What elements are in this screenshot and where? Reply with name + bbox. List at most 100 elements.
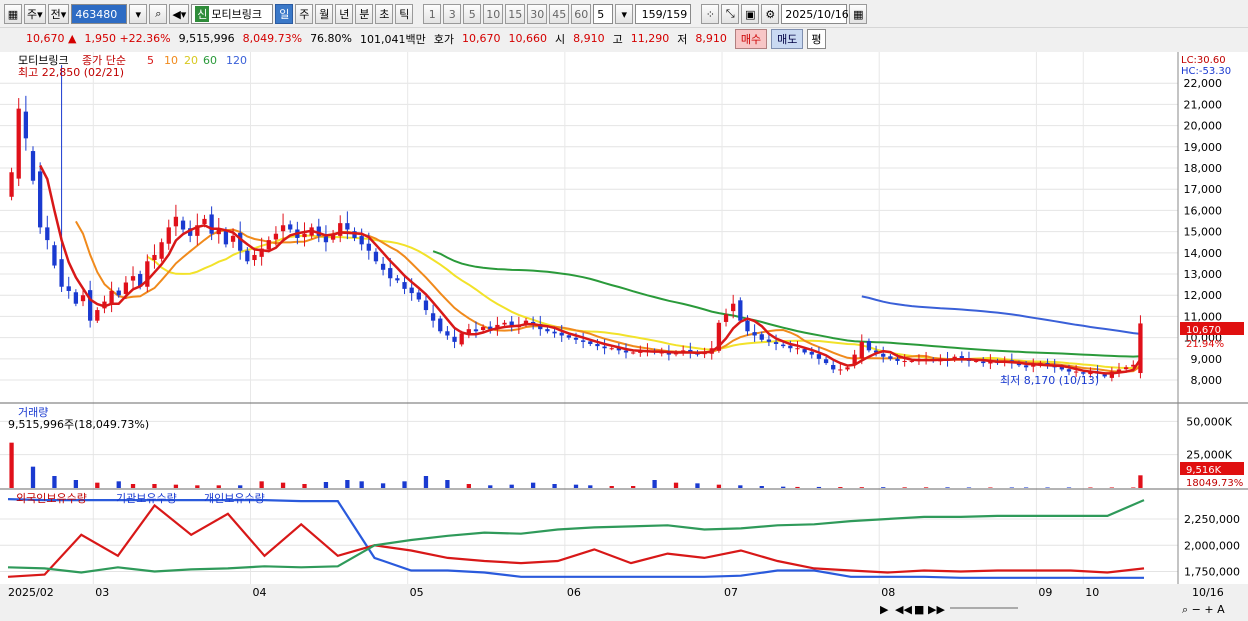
- volume-bar: [30, 466, 36, 488]
- price-tick-label: 12,000: [1184, 289, 1223, 302]
- eval-button[interactable]: 평: [807, 28, 826, 49]
- save-icon[interactable]: ▣: [741, 4, 760, 24]
- price-change: 1,950 +22.36%: [84, 32, 171, 45]
- price-tick-label: 11,000: [1184, 310, 1223, 323]
- draw-icon[interactable]: ⤡: [721, 4, 740, 24]
- candle-body: [823, 359, 829, 364]
- market-select[interactable]: 주 ▾: [24, 4, 46, 24]
- scroll-bar[interactable]: [0, 599, 1248, 618]
- candle-body: [9, 172, 14, 197]
- volume-bar: [302, 484, 307, 488]
- volume-bar: [152, 484, 157, 488]
- tab-minute[interactable]: 분: [355, 4, 374, 24]
- volume-bar: [1088, 487, 1093, 488]
- zoom-icon[interactable]: ⌕ − + A: [1182, 603, 1225, 616]
- legend-ma120: 120: [226, 54, 247, 67]
- candle-body: [438, 318, 443, 332]
- stock-code-input[interactable]: 463480: [71, 4, 128, 24]
- buy-button[interactable]: 매수: [734, 28, 768, 49]
- candle-body: [895, 358, 900, 361]
- volume-tick-label: 25,000K: [1186, 449, 1232, 462]
- candle-body: [859, 341, 864, 359]
- interval-3[interactable]: 3: [443, 4, 462, 24]
- price-tick-label: 18,000: [1184, 162, 1223, 175]
- code-dropdown-icon[interactable]: ▾: [129, 4, 148, 24]
- candle-body: [152, 254, 157, 261]
- legend-ma20: 20: [184, 54, 198, 67]
- candle-body: [230, 235, 236, 242]
- volume-bar: [631, 486, 636, 488]
- layout-icon[interactable]: ▦: [4, 4, 22, 24]
- price-tick-label: 17,000: [1184, 183, 1223, 196]
- volume-bar: [345, 480, 350, 488]
- calendar-icon[interactable]: ▦: [849, 4, 868, 24]
- volume-bar: [130, 484, 136, 488]
- volume-bar: [445, 480, 450, 488]
- candle-body: [45, 227, 50, 241]
- tab-tick[interactable]: 틱: [395, 4, 414, 24]
- candle-body: [502, 322, 507, 325]
- volume-bar: [423, 476, 429, 488]
- page-field[interactable]: 159/159: [635, 4, 692, 24]
- tab-year[interactable]: 년: [335, 4, 354, 24]
- market2-select[interactable]: 전 ▾: [47, 4, 70, 24]
- tab-week[interactable]: 주: [295, 4, 314, 24]
- trade-amount: 101,041백만: [360, 32, 426, 46]
- price-tick-label: 16,000: [1184, 204, 1223, 217]
- candle-body: [223, 230, 229, 245]
- scroll-prev-icon[interactable]: ◀◀: [895, 603, 912, 616]
- gear-icon[interactable]: ⚙: [761, 4, 780, 24]
- holding-title-individual: 개인보유수량: [204, 492, 265, 505]
- tab-day[interactable]: 일: [275, 4, 294, 24]
- interval-10[interactable]: 10: [483, 4, 504, 24]
- bid-price: 10,660: [508, 32, 548, 45]
- candle-body: [388, 268, 393, 279]
- volume-bar: [1131, 487, 1136, 488]
- stop-icon[interactable]: ■: [914, 603, 924, 616]
- search-icon[interactable]: ⌕: [149, 4, 168, 24]
- candle-body: [631, 352, 636, 354]
- candle-body: [573, 337, 579, 340]
- holding-title-foreign: 외국인보유수량: [16, 492, 87, 505]
- candle-body: [888, 356, 893, 359]
- ask-label: 호가: [433, 32, 454, 46]
- scroll-right-icon[interactable]: ▶: [880, 603, 889, 616]
- volume-bar: [116, 481, 121, 488]
- candle-body: [866, 341, 872, 351]
- interval-5[interactable]: 5: [463, 4, 482, 24]
- candle-body: [802, 349, 807, 353]
- candle-body: [323, 236, 329, 243]
- date-input[interactable]: 2025/10/16: [781, 4, 849, 24]
- candle-body: [180, 220, 186, 230]
- candle-body: [416, 292, 421, 300]
- hc-label: HC:-53.30: [1181, 66, 1231, 77]
- speaker-icon[interactable]: ◀▾: [169, 4, 190, 24]
- candle-body: [59, 259, 64, 287]
- stock-chart[interactable]: 22,000 21,000 20,000 19,000 18,000 17,000 16,0…: [0, 52, 1248, 618]
- link-icon[interactable]: ⁘: [701, 4, 720, 24]
- volume-bar: [945, 487, 950, 488]
- candle-body: [816, 354, 822, 359]
- volume-bar: [52, 476, 57, 488]
- interval-45[interactable]: 45: [549, 4, 570, 24]
- count-input[interactable]: 5: [593, 4, 614, 24]
- count-dropdown-icon[interactable]: ▾: [615, 4, 634, 24]
- interval-1[interactable]: 1: [423, 4, 442, 24]
- interval-15[interactable]: 15: [505, 4, 526, 24]
- candle-body: [280, 225, 286, 232]
- volume-bar: [902, 487, 907, 488]
- interval-30[interactable]: 30: [527, 4, 548, 24]
- tab-second[interactable]: 초: [375, 4, 394, 24]
- candle-body: [480, 327, 486, 330]
- candle-body: [80, 295, 86, 302]
- x-tick-label: 06: [567, 586, 581, 599]
- candle-body: [831, 364, 836, 370]
- scroll-next-icon[interactable]: ▶▶: [928, 603, 945, 616]
- candle-body: [288, 224, 293, 230]
- interval-60[interactable]: 60: [571, 4, 592, 24]
- tab-month[interactable]: 월: [315, 4, 334, 24]
- volume-bar: [1009, 487, 1014, 488]
- candle-body: [202, 218, 207, 224]
- sell-button[interactable]: 매도: [771, 28, 804, 49]
- candle-body: [173, 216, 179, 227]
